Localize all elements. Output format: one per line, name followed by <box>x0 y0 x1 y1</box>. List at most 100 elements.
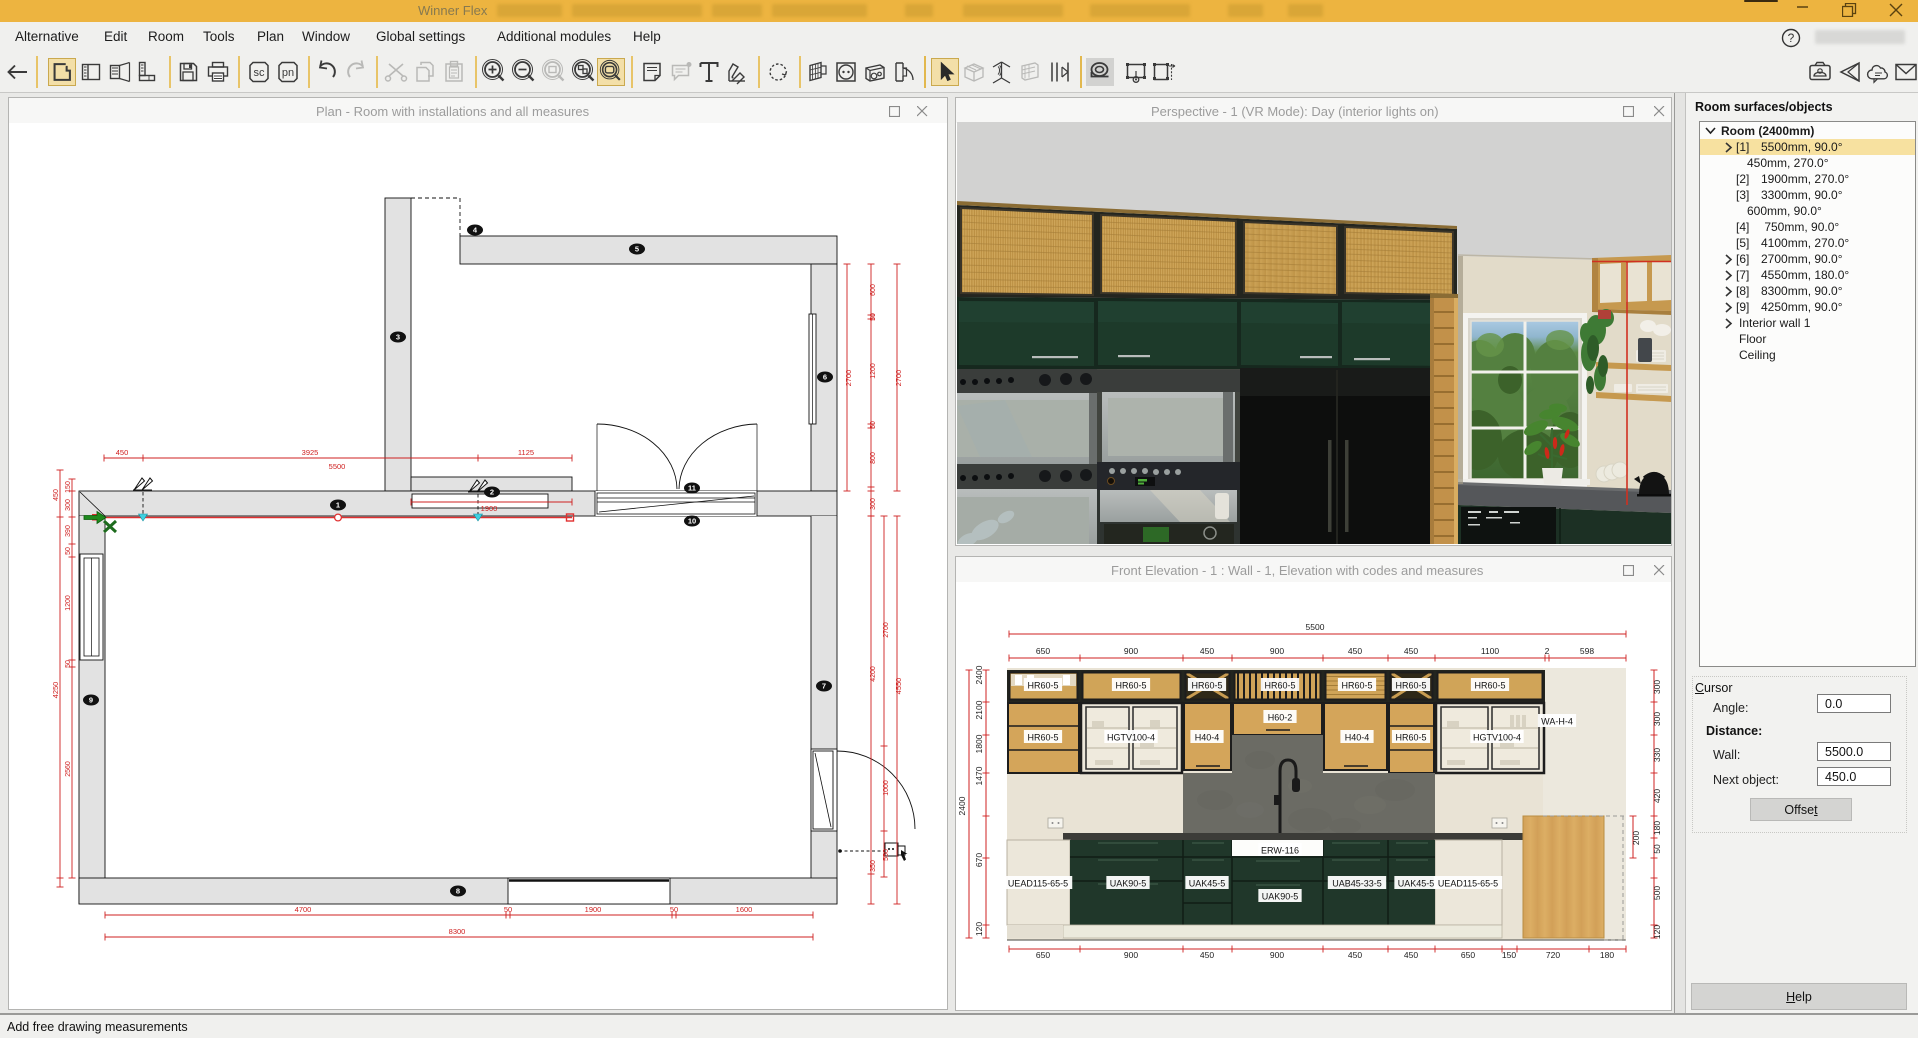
svg-text:2100: 2100 <box>974 700 984 719</box>
svg-text:300: 300 <box>870 498 877 510</box>
svg-text:pn: pn <box>282 67 294 79</box>
svg-text:180: 180 <box>1600 950 1614 960</box>
svg-text:2700: 2700 <box>894 370 903 387</box>
svg-text:720: 720 <box>1546 950 1560 960</box>
svg-text:800: 800 <box>870 452 877 464</box>
svg-text:HR60-5: HR60-5 <box>1264 681 1295 691</box>
svg-text:HR60-5: HR60-5 <box>1395 733 1426 743</box>
svg-text:4550: 4550 <box>894 678 903 695</box>
svg-text:UAB45-33-5: UAB45-33-5 <box>1332 879 1382 889</box>
svg-text:UEAD115-65-5: UEAD115-65-5 <box>1008 879 1068 889</box>
svg-text:HR60-5: HR60-5 <box>1474 681 1505 691</box>
svg-text:3: 3 <box>396 333 400 342</box>
svg-text:1100: 1100 <box>1481 646 1500 656</box>
svg-text:8300: 8300 <box>449 927 466 936</box>
svg-text:1200: 1200 <box>65 595 72 611</box>
svg-text:HR60-5: HR60-5 <box>1027 733 1058 743</box>
svg-text:150: 150 <box>65 481 72 493</box>
svg-text:ERW-116: ERW-116 <box>1261 846 1299 856</box>
svg-text:2560: 2560 <box>65 761 72 777</box>
svg-text:450: 450 <box>116 448 129 457</box>
svg-text:120: 120 <box>1652 925 1662 939</box>
svg-text:120: 120 <box>974 922 984 936</box>
svg-text:5500: 5500 <box>1306 622 1325 632</box>
svg-text:650: 650 <box>1036 646 1050 656</box>
svg-text:UAK45-5: UAK45-5 <box>1398 879 1435 889</box>
svg-text:650: 650 <box>1036 950 1050 960</box>
svg-text:50: 50 <box>65 547 72 555</box>
svg-text:HR60-5: HR60-5 <box>1027 681 1058 691</box>
svg-text:2: 2 <box>1545 646 1550 656</box>
svg-text:5: 5 <box>635 245 639 254</box>
svg-text:7: 7 <box>822 682 826 691</box>
svg-text:HR60-5: HR60-5 <box>1191 681 1222 691</box>
svg-text:H40-4: H40-4 <box>1345 733 1370 743</box>
svg-text:450: 450 <box>53 489 60 501</box>
svg-text:2400: 2400 <box>957 796 967 815</box>
svg-text:UEAD115-65-5: UEAD115-65-5 <box>1438 879 1498 889</box>
svg-text:150: 150 <box>1502 950 1516 960</box>
svg-text:450: 450 <box>1200 950 1214 960</box>
svg-text:1125: 1125 <box>518 448 534 457</box>
svg-text:900: 900 <box>1270 646 1284 656</box>
svg-text:1800: 1800 <box>974 734 984 753</box>
svg-text:1000: 1000 <box>883 780 890 796</box>
svg-text:8: 8 <box>456 887 460 896</box>
svg-text:900: 900 <box>1124 950 1138 960</box>
svg-text:350: 350 <box>870 860 877 872</box>
svg-text:3925: 3925 <box>302 448 319 457</box>
svg-text:450: 450 <box>1404 646 1418 656</box>
svg-text:1900: 1900 <box>585 905 602 914</box>
svg-text:500: 500 <box>1652 886 1662 900</box>
svg-text:450: 450 <box>1200 646 1214 656</box>
svg-text:UAK90-5: UAK90-5 <box>1262 892 1299 902</box>
svg-text:180: 180 <box>1652 821 1662 835</box>
svg-text:650: 650 <box>1461 950 1475 960</box>
svg-text:2: 2 <box>490 488 494 497</box>
svg-text:HR60-5: HR60-5 <box>1395 681 1426 691</box>
svg-text:2400: 2400 <box>974 665 984 684</box>
svg-text:450: 450 <box>1348 950 1362 960</box>
svg-text:HR60-5: HR60-5 <box>1341 681 1372 691</box>
svg-text:900: 900 <box>1270 950 1284 960</box>
svg-text:?: ? <box>1788 31 1795 45</box>
svg-text:390: 390 <box>65 525 72 537</box>
svg-text:1200: 1200 <box>870 363 877 379</box>
svg-text:450: 450 <box>1404 950 1418 960</box>
svg-text:HR60-5: HR60-5 <box>1115 681 1146 691</box>
svg-text:450: 450 <box>1348 646 1362 656</box>
svg-text:50: 50 <box>1652 844 1662 854</box>
svg-text:50: 50 <box>65 660 72 668</box>
svg-text:HGTV100-4: HGTV100-4 <box>1473 733 1521 743</box>
svg-text:50: 50 <box>870 421 877 429</box>
svg-text:UAK45-5: UAK45-5 <box>1189 879 1226 889</box>
svg-text:300: 300 <box>1652 680 1662 694</box>
svg-text:10: 10 <box>688 517 696 526</box>
svg-text:50: 50 <box>670 905 678 914</box>
svg-text:sc: sc <box>254 67 266 79</box>
svg-text:11: 11 <box>688 484 696 493</box>
svg-text:1600: 1600 <box>736 905 753 914</box>
svg-text:H60-2: H60-2 <box>1268 713 1293 723</box>
svg-text:600: 600 <box>870 284 877 296</box>
svg-text:1900: 1900 <box>481 504 498 513</box>
svg-text:4200: 4200 <box>870 666 877 682</box>
svg-text:5500: 5500 <box>329 462 346 471</box>
svg-text:420: 420 <box>1652 789 1662 803</box>
svg-text:4250: 4250 <box>51 682 60 699</box>
svg-text:50: 50 <box>870 313 877 321</box>
svg-text:H40-4: H40-4 <box>1195 733 1220 743</box>
svg-text:598: 598 <box>1580 646 1594 656</box>
svg-text:6: 6 <box>823 373 827 382</box>
svg-text:1: 1 <box>336 501 340 510</box>
svg-text:330: 330 <box>1652 748 1662 762</box>
svg-text:1470: 1470 <box>974 766 984 785</box>
svg-text:9: 9 <box>89 696 93 705</box>
svg-text:300: 300 <box>1652 712 1662 726</box>
svg-text:300: 300 <box>65 499 72 511</box>
svg-text:WA-H-4: WA-H-4 <box>1541 717 1573 727</box>
svg-text:2700: 2700 <box>883 622 890 638</box>
svg-text:2700: 2700 <box>844 370 853 387</box>
svg-text:670: 670 <box>974 853 984 867</box>
svg-text:900: 900 <box>1124 646 1138 656</box>
